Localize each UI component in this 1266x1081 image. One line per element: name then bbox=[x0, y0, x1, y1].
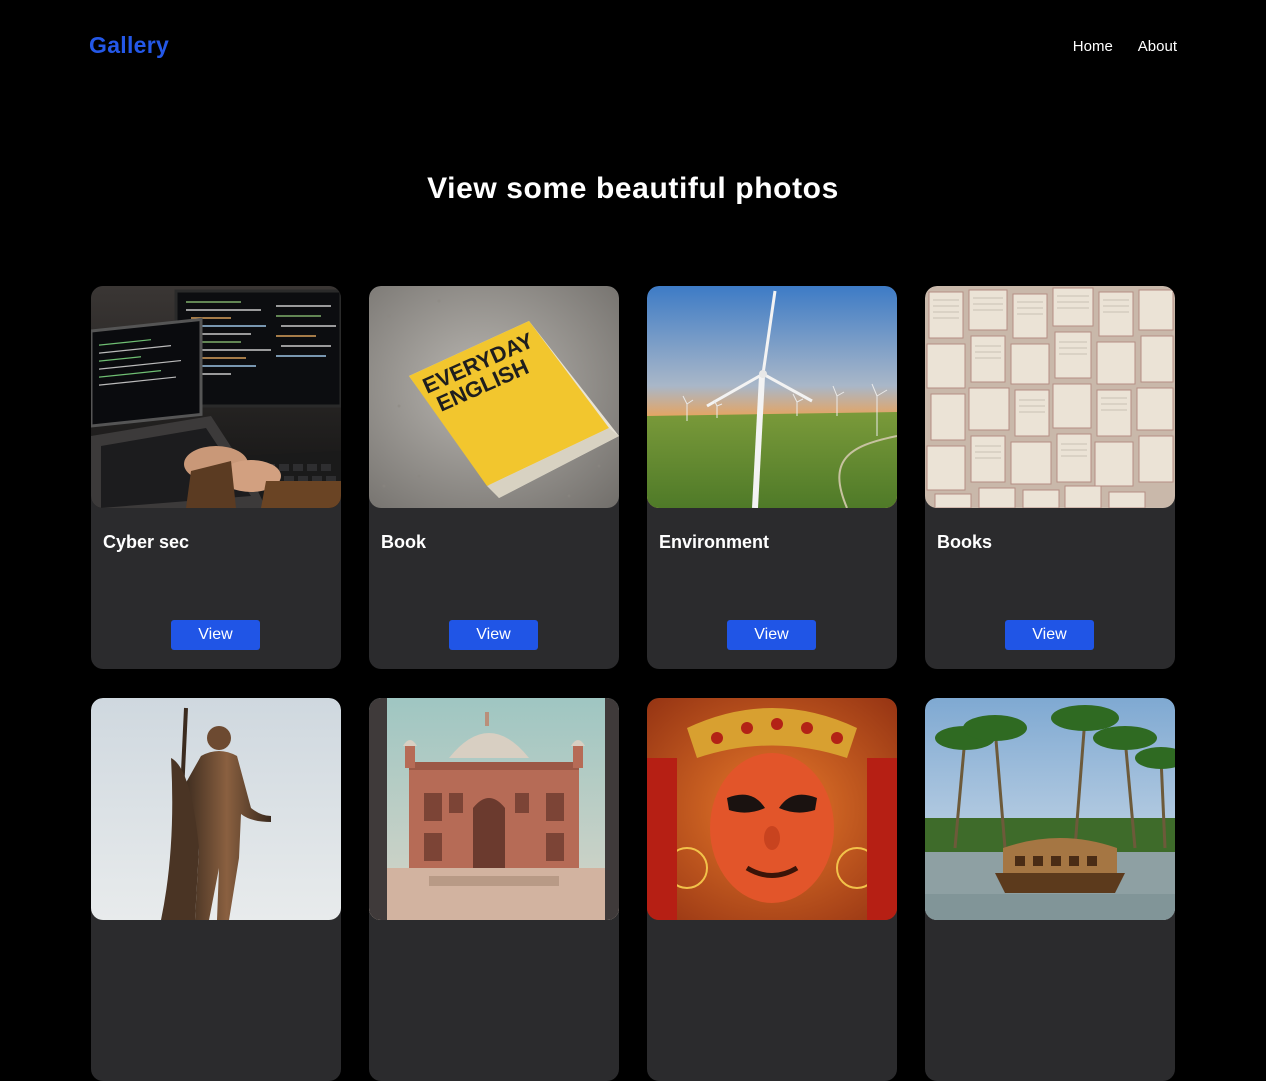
view-button-books[interactable]: View bbox=[1005, 620, 1094, 650]
photo-theyyam[interactable] bbox=[647, 698, 897, 920]
card-title: Books bbox=[937, 532, 993, 552]
photo-card-statue bbox=[91, 698, 341, 1081]
photo-card-cyber-sec: Cyber sec View bbox=[91, 286, 341, 669]
card-title: Cyber sec bbox=[103, 532, 190, 552]
photo-card-book: EVERYDAY ENGLISH Book View bbox=[369, 286, 619, 669]
photo-books[interactable] bbox=[925, 286, 1175, 508]
card-title: Book bbox=[381, 532, 426, 552]
photo-grid: Cyber sec View EVERYDAY ENGLISH Book Vie… bbox=[91, 286, 1175, 1081]
top-navbar: Gallery Home About bbox=[0, 0, 1266, 94]
page-title: View some beautiful photos bbox=[427, 172, 839, 205]
photo-monument[interactable] bbox=[369, 698, 619, 920]
card-title: Environment bbox=[659, 532, 770, 552]
photo-book[interactable]: EVERYDAY ENGLISH bbox=[369, 286, 619, 508]
view-button-cyber-sec[interactable]: View bbox=[171, 620, 260, 650]
view-button-book[interactable]: View bbox=[449, 620, 538, 650]
nav-link-home[interactable]: Home bbox=[1073, 38, 1113, 55]
photo-houseboat[interactable] bbox=[925, 698, 1175, 920]
photo-card-theyyam bbox=[647, 698, 897, 1081]
nav-link-about[interactable]: About bbox=[1138, 38, 1177, 55]
brand-logo-link[interactable]: Gallery bbox=[89, 32, 169, 59]
photo-cyber-sec[interactable] bbox=[91, 286, 341, 508]
photo-card-environment: Environment View bbox=[647, 286, 897, 669]
view-button-environment[interactable]: View bbox=[727, 620, 816, 650]
photo-card-books: Books View bbox=[925, 286, 1175, 669]
photo-environment[interactable] bbox=[647, 286, 897, 508]
nav-links: Home About bbox=[1073, 38, 1177, 55]
photo-card-monument bbox=[369, 698, 619, 1081]
photo-card-houseboat bbox=[925, 698, 1175, 1081]
photo-statue[interactable] bbox=[91, 698, 341, 920]
